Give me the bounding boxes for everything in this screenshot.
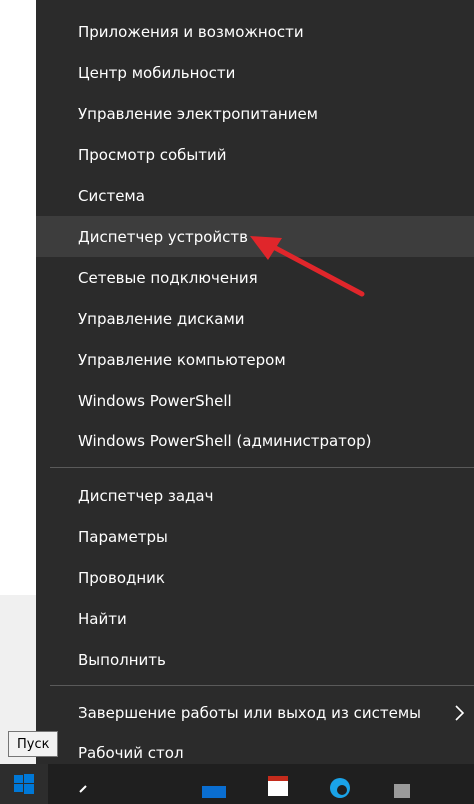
- menu-item-label: Просмотр событий: [78, 146, 227, 164]
- menu-item-label: Windows PowerShell (администратор): [78, 432, 372, 450]
- menu-item-shutdown-signout[interactable]: Завершение работы или выход из системы: [36, 693, 474, 733]
- menu-item-search[interactable]: Найти: [36, 599, 474, 639]
- menu-item-label: Управление компьютером: [78, 351, 286, 369]
- winx-context-menu: Приложения и возможности Центр мобильнос…: [36, 0, 474, 764]
- menu-item-label: Диспетчер задач: [78, 487, 214, 505]
- menu-separator: [50, 685, 474, 686]
- menu-item-event-viewer[interactable]: Просмотр событий: [36, 135, 474, 175]
- menu-item-disk-management[interactable]: Управление дисками: [36, 299, 474, 339]
- menu-item-task-manager[interactable]: Диспетчер задач: [36, 476, 474, 516]
- menu-item-label: Приложения и возможности: [78, 23, 304, 41]
- search-icon[interactable]: [74, 770, 102, 798]
- menu-item-powershell-admin[interactable]: Windows PowerShell (администратор): [36, 421, 474, 461]
- menu-item-powershell[interactable]: Windows PowerShell: [36, 381, 474, 421]
- menu-item-label: Завершение работы или выход из системы: [78, 704, 421, 722]
- tooltip-text: Пуск: [17, 736, 50, 752]
- menu-item-label: Найти: [78, 610, 127, 628]
- menu-item-label: Управление электропитанием: [78, 105, 318, 123]
- menu-item-mobility-center[interactable]: Центр мобильности: [36, 53, 474, 93]
- chevron-right-icon: [455, 705, 465, 721]
- screen: Приложения и возможности Центр мобильнос…: [0, 0, 474, 804]
- taskbar: [0, 764, 474, 804]
- menu-item-label: Выполнить: [78, 651, 166, 669]
- menu-item-label: Параметры: [78, 528, 168, 546]
- menu-item-settings[interactable]: Параметры: [36, 517, 474, 557]
- menu-item-label: Рабочий стол: [78, 744, 184, 762]
- calendar-icon[interactable]: [264, 770, 292, 798]
- menu-item-apps-features[interactable]: Приложения и возможности: [36, 12, 474, 52]
- menu-item-run[interactable]: Выполнить: [36, 640, 474, 680]
- edge-icon[interactable]: [326, 770, 354, 798]
- menu-item-label: Система: [78, 187, 145, 205]
- menu-item-computer-management[interactable]: Управление компьютером: [36, 340, 474, 380]
- menu-item-label: Диспетчер устройств: [78, 227, 249, 246]
- windows-logo-icon: [14, 774, 34, 794]
- menu-item-system[interactable]: Система: [36, 176, 474, 216]
- menu-item-device-manager[interactable]: Диспетчер устройств: [36, 216, 474, 257]
- menu-item-label: Центр мобильности: [78, 64, 236, 82]
- menu-item-label: Windows PowerShell: [78, 392, 232, 410]
- menu-separator: [50, 467, 474, 468]
- menu-item-power-options[interactable]: Управление электропитанием: [36, 94, 474, 134]
- menu-item-network-connections[interactable]: Сетевые подключения: [36, 258, 474, 298]
- menu-item-file-explorer[interactable]: Проводник: [36, 558, 474, 598]
- menu-item-label: Сетевые подключения: [78, 269, 258, 287]
- start-tooltip: Пуск: [8, 731, 59, 757]
- start-button[interactable]: [0, 764, 48, 804]
- menu-item-label: Управление дисками: [78, 310, 245, 328]
- mail-icon[interactable]: [200, 770, 228, 798]
- menu-item-label: Проводник: [78, 569, 165, 587]
- store-icon[interactable]: [388, 770, 416, 798]
